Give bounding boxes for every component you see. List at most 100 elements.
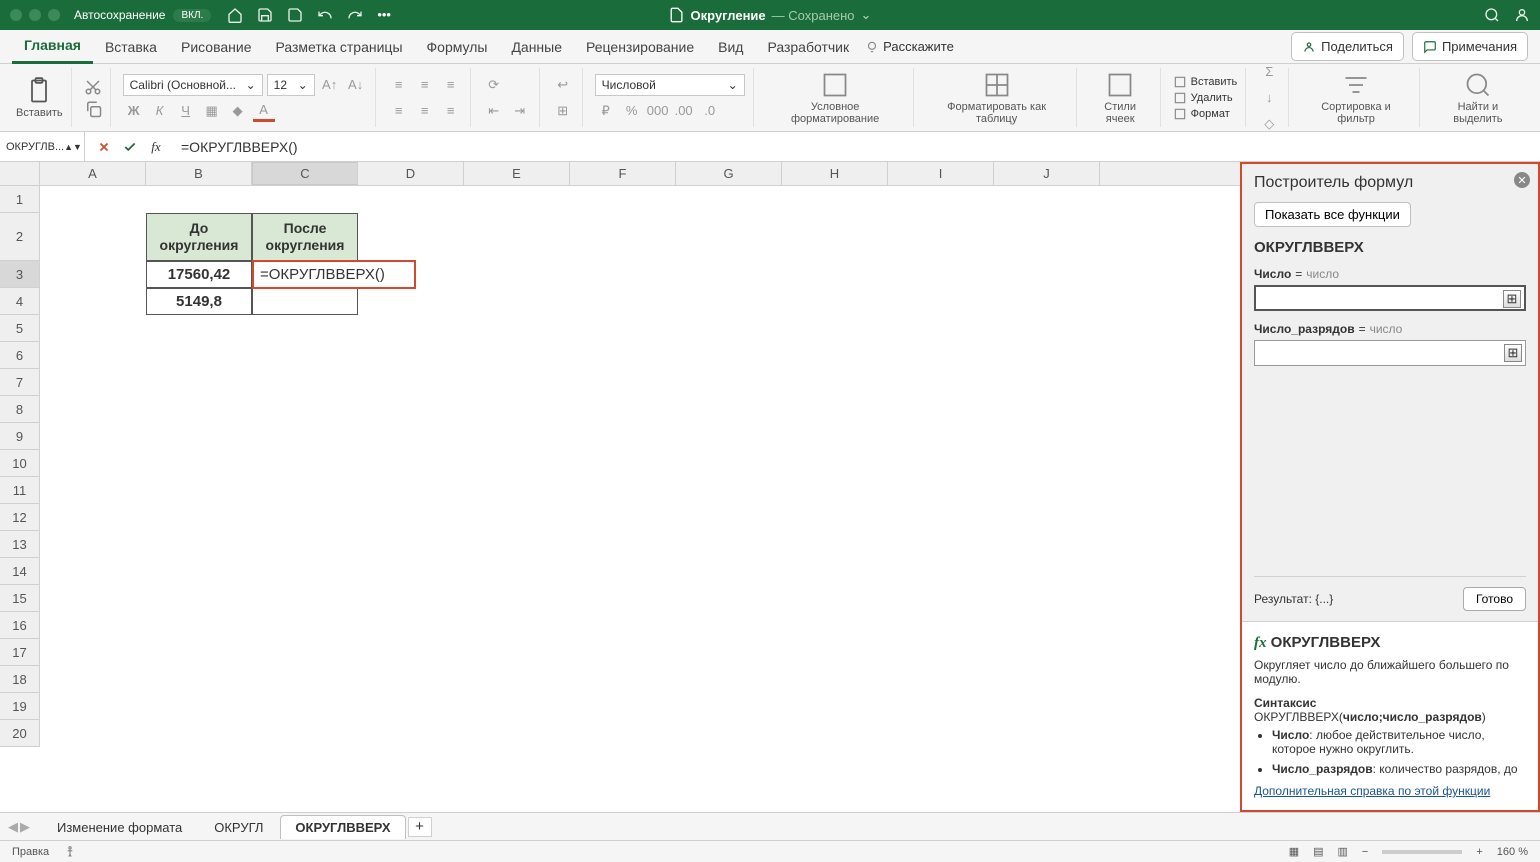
cell-styles-button[interactable]: Стили ячеек — [1089, 71, 1152, 125]
row-header[interactable]: 9 — [0, 423, 40, 450]
tab-data[interactable]: Данные — [499, 31, 574, 63]
border-icon[interactable]: ▦ — [201, 100, 223, 122]
name-box[interactable]: ОКРУГЛВ...▲▼ — [0, 132, 85, 161]
font-select[interactable]: Calibri (Основной...⌄ — [123, 74, 263, 96]
redo-icon[interactable] — [347, 7, 363, 23]
share-button[interactable]: Поделиться — [1291, 32, 1404, 61]
indent-icon[interactable]: ⇥ — [509, 100, 531, 122]
comma-icon[interactable]: 000 — [647, 100, 669, 122]
zoom-out-icon[interactable]: − — [1362, 846, 1368, 858]
tell-me[interactable]: Расскажите — [865, 39, 954, 54]
window-controls[interactable] — [10, 9, 60, 21]
tab-view[interactable]: Вид — [706, 31, 755, 63]
italic-icon[interactable]: К — [149, 100, 171, 122]
align-bot-icon[interactable]: ≡ — [440, 74, 462, 96]
zoom-label[interactable]: 160 % — [1497, 846, 1528, 858]
shrink-font-icon[interactable]: A↓ — [345, 74, 367, 96]
paste-button[interactable]: Вставить — [16, 77, 63, 119]
col-header[interactable]: H — [782, 162, 888, 185]
select-all-corner[interactable] — [0, 162, 40, 185]
row-header[interactable]: 5 — [0, 315, 40, 342]
row-header[interactable]: 16 — [0, 612, 40, 639]
search-icon[interactable] — [1484, 7, 1500, 23]
tab-formulas[interactable]: Формулы — [415, 31, 500, 63]
col-header[interactable]: C — [252, 162, 358, 185]
wrap-icon[interactable]: ↩ — [552, 74, 574, 96]
row-header[interactable]: 4 — [0, 288, 40, 315]
comments-button[interactable]: Примечания — [1412, 32, 1528, 61]
done-button[interactable]: Готово — [1463, 587, 1526, 611]
percent-icon[interactable]: % — [621, 100, 643, 122]
fontcolor-icon[interactable]: А — [253, 100, 275, 122]
accessibility-icon[interactable] — [63, 845, 77, 859]
share-top-icon[interactable] — [1514, 7, 1530, 23]
fill-icon[interactable]: ◆ — [227, 100, 249, 122]
align-center-icon[interactable]: ≡ — [414, 100, 436, 122]
accept-formula-icon[interactable] — [121, 138, 139, 156]
col-header[interactable]: B — [146, 162, 252, 185]
size-select[interactable]: 12⌄ — [267, 74, 315, 96]
insert-cells-button[interactable]: Вставить — [1173, 75, 1238, 89]
cell-c3-editing[interactable]: =ОКРУГЛВВЕРХ() — [252, 260, 416, 289]
help-link[interactable]: Дополнительная справка по этой функции — [1254, 784, 1490, 798]
zoom-in-icon[interactable]: + — [1476, 846, 1482, 858]
row-header[interactable]: 10 — [0, 450, 40, 477]
col-header[interactable]: J — [994, 162, 1100, 185]
align-top-icon[interactable]: ≡ — [388, 74, 410, 96]
home-icon[interactable] — [227, 7, 243, 23]
tab-insert[interactable]: Вставка — [93, 31, 169, 63]
col-header[interactable]: F — [570, 162, 676, 185]
underline-icon[interactable]: Ч — [175, 100, 197, 122]
align-mid-icon[interactable]: ≡ — [414, 74, 436, 96]
view-break-icon[interactable]: ▥ — [1338, 845, 1348, 858]
col-header[interactable]: D — [358, 162, 464, 185]
delete-cells-button[interactable]: Удалить — [1173, 91, 1238, 105]
row-header[interactable]: 18 — [0, 666, 40, 693]
align-left-icon[interactable]: ≡ — [388, 100, 410, 122]
formula-input[interactable]: =ОКРУГЛВВЕРХ() — [175, 139, 1540, 155]
orientation-icon[interactable]: ⟳ — [483, 74, 505, 96]
row-header[interactable]: 8 — [0, 396, 40, 423]
tab-home[interactable]: Главная — [12, 29, 93, 64]
outdent-icon[interactable]: ⇤ — [483, 100, 505, 122]
currency-icon[interactable]: ₽ — [595, 100, 617, 122]
cell-b3[interactable]: 17560,42 — [146, 261, 252, 288]
cell-b4[interactable]: 5149,8 — [146, 288, 252, 315]
number-format-select[interactable]: Числовой⌄ — [595, 74, 745, 96]
clear-icon[interactable]: ◇ — [1258, 113, 1280, 135]
decimal-inc-icon[interactable]: .00 — [673, 100, 695, 122]
undo-icon[interactable] — [317, 7, 333, 23]
close-panel-icon[interactable]: ✕ — [1514, 172, 1530, 188]
bold-icon[interactable]: Ж — [123, 100, 145, 122]
find-select-button[interactable]: Найти и выделить — [1432, 71, 1524, 125]
align-right-icon[interactable]: ≡ — [440, 100, 462, 122]
tab-prev-icon[interactable]: ◀ — [8, 819, 18, 835]
cancel-formula-icon[interactable] — [95, 138, 113, 156]
show-all-functions-button[interactable]: Показать все функции — [1254, 202, 1411, 227]
tab-dev[interactable]: Разработчик — [755, 31, 861, 63]
col-header[interactable]: I — [888, 162, 994, 185]
format-cells-button[interactable]: Формат — [1173, 107, 1238, 121]
row-header[interactable]: 20 — [0, 720, 40, 747]
spreadsheet[interactable]: A B C D E F G H I J 1 2 3 4 5 6 7 8 9 10 — [0, 162, 1240, 812]
row-header[interactable]: 3 — [0, 261, 40, 288]
digits-input[interactable]: ⊞ — [1254, 340, 1526, 366]
row-header[interactable]: 7 — [0, 369, 40, 396]
sum-icon[interactable]: Σ — [1258, 61, 1280, 83]
ref-picker-icon[interactable]: ⊞ — [1503, 290, 1521, 308]
save-icon[interactable] — [257, 7, 273, 23]
cell-c4[interactable] — [252, 288, 358, 315]
tab-review[interactable]: Рецензирование — [574, 31, 706, 63]
row-header[interactable]: 13 — [0, 531, 40, 558]
fx-icon[interactable]: fx — [147, 138, 165, 156]
row-header[interactable]: 2 — [0, 213, 40, 261]
cond-format-button[interactable]: Условное форматирование — [766, 71, 905, 125]
fill-down-icon[interactable]: ↓ — [1258, 87, 1280, 109]
tab-layout[interactable]: Разметка страницы — [264, 31, 415, 63]
row-header[interactable]: 15 — [0, 585, 40, 612]
sheet-tab[interactable]: Изменение формата — [42, 815, 197, 839]
cut-icon[interactable] — [84, 78, 102, 96]
row-header[interactable]: 14 — [0, 558, 40, 585]
more-icon[interactable]: ••• — [377, 7, 391, 23]
col-header[interactable]: A — [40, 162, 146, 185]
